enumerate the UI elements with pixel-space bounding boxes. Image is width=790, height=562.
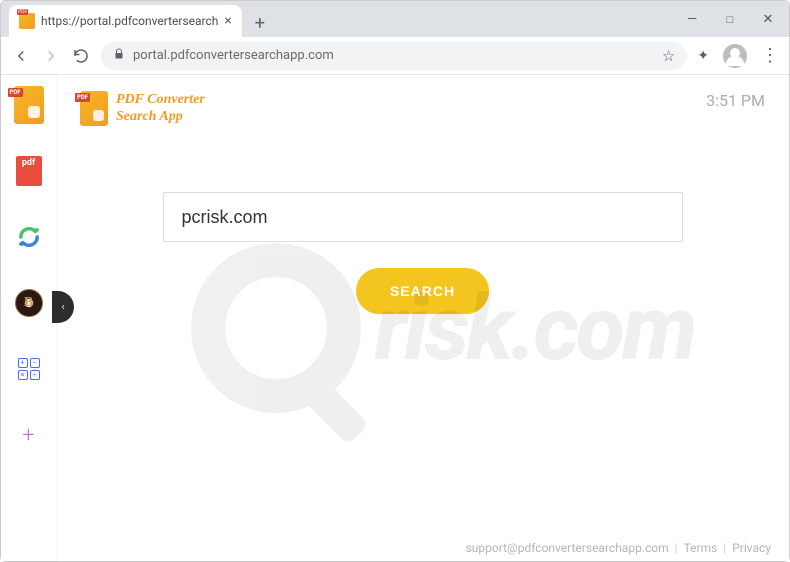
page-content: B +−×÷ + ‹ risk.com PDF Converter xyxy=(1,75,789,561)
account-icon[interactable] xyxy=(723,44,747,68)
brand-line1: PDF Converter xyxy=(116,92,205,108)
footer-terms-link[interactable]: Terms xyxy=(684,541,718,555)
footer-privacy-link[interactable]: Privacy xyxy=(732,541,771,555)
calculator-icon: +−×÷ xyxy=(18,358,40,380)
browser-tab[interactable]: https://portal.pdfconvertersearch × xyxy=(9,5,242,37)
tab-favicon-icon xyxy=(19,13,35,29)
bookmark-star-icon[interactable]: ☆ xyxy=(662,47,675,65)
tab-title: https://portal.pdfconvertersearch xyxy=(41,14,218,28)
sidebar-item-pdf[interactable] xyxy=(13,155,45,187)
reload-button[interactable] xyxy=(71,46,91,66)
url-text: portal.pdfconvertersearchapp.com xyxy=(133,48,334,63)
search-button[interactable]: SEARCH xyxy=(356,268,489,314)
sidebar-item-app[interactable] xyxy=(13,89,45,121)
sidebar: B +−×÷ + ‹ xyxy=(1,75,56,561)
lock-icon xyxy=(113,48,125,63)
sidebar-item-calculator[interactable]: +−×÷ xyxy=(13,353,45,385)
brand-logo-icon xyxy=(80,91,108,126)
back-button[interactable] xyxy=(11,46,31,66)
sidebar-item-refresh[interactable] xyxy=(13,221,45,253)
forward-button[interactable] xyxy=(41,46,61,66)
refresh-icon xyxy=(15,223,43,251)
tab-bar: https://portal.pdfconvertersearch × + xyxy=(1,1,669,37)
close-window-button[interactable]: ✕ xyxy=(761,12,775,26)
extensions-icon[interactable]: ✦ xyxy=(697,48,709,64)
header-row: PDF Converter Search App 3:51 PM xyxy=(80,91,765,126)
footer-sep: | xyxy=(723,541,726,555)
search-area: SEARCH xyxy=(80,192,765,314)
sidebar-item-add[interactable]: + xyxy=(13,419,45,451)
nav-bar: portal.pdfconvertersearchapp.com ☆ ✦ ⋮ xyxy=(1,37,789,75)
clock: 3:51 PM xyxy=(706,91,765,110)
tab-close-icon[interactable]: × xyxy=(224,13,231,29)
footer-sep: | xyxy=(675,541,678,555)
footer: support@pdfconvertersearchapp.com | Term… xyxy=(466,541,771,555)
brand: PDF Converter Search App xyxy=(80,91,205,126)
minimize-button[interactable]: — xyxy=(685,12,699,26)
sidebar-item-badge[interactable]: B xyxy=(13,287,45,319)
plus-icon: + xyxy=(22,423,34,448)
main-area: risk.com PDF Converter Search App 3:51 P… xyxy=(56,75,789,561)
toolbar-right: ✦ ⋮ xyxy=(697,44,779,68)
badge-icon: B xyxy=(15,289,43,317)
address-bar[interactable]: portal.pdfconvertersearchapp.com ☆ xyxy=(101,42,687,70)
search-input[interactable] xyxy=(163,192,683,242)
maximize-button[interactable]: □ xyxy=(723,12,737,26)
brand-line2: Search App xyxy=(116,109,205,125)
window-controls: — □ ✕ xyxy=(659,1,789,37)
brand-text: PDF Converter Search App xyxy=(116,92,205,124)
pdf-icon xyxy=(16,156,42,186)
footer-email-link[interactable]: support@pdfconvertersearchapp.com xyxy=(466,541,669,555)
new-tab-button[interactable]: + xyxy=(246,9,274,37)
kebab-menu-icon[interactable]: ⋮ xyxy=(761,45,779,66)
app-logo-icon xyxy=(14,86,44,124)
